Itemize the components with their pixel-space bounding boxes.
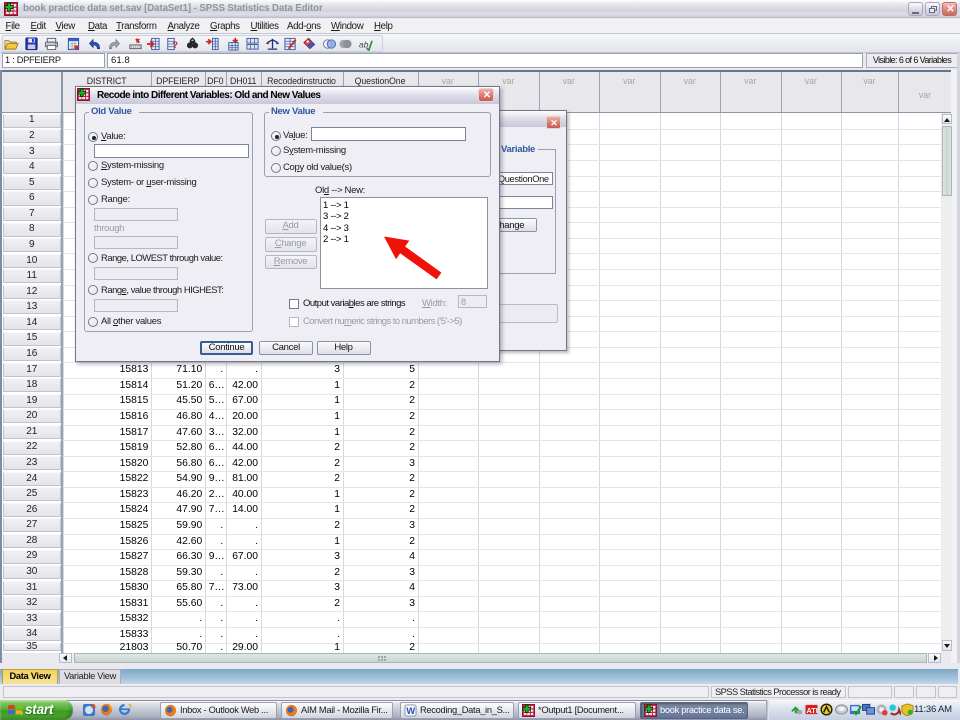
svg-text:?: ? [172, 40, 178, 50]
svg-text:ATI: ATI [806, 706, 817, 715]
svg-text:W: W [406, 706, 415, 716]
